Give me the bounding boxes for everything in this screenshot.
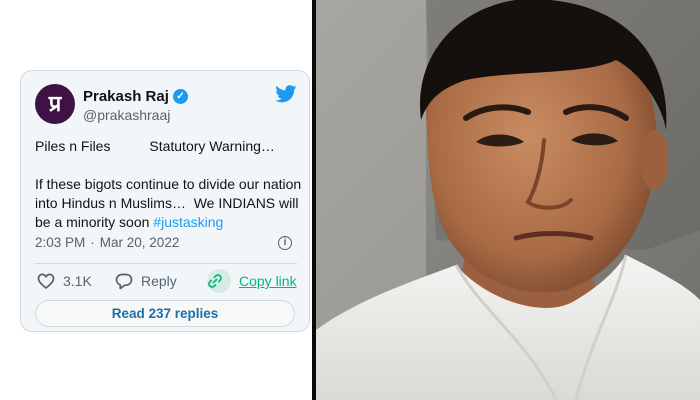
tweet-line: into Hindus n Muslims… We INDIANS will <box>35 195 299 211</box>
twitter-bird-icon[interactable] <box>275 85 297 103</box>
tweet-screenshot-pane: प्र Prakash Raj ✓ @prakashraaj Piles n F… <box>0 0 312 400</box>
info-icon[interactable]: i <box>278 236 292 250</box>
ear <box>640 130 668 190</box>
divider <box>35 263 297 264</box>
tweet-date: Mar 20, 2022 <box>99 235 180 250</box>
tweet-line: If these bigots continue to divide our n… <box>35 176 302 192</box>
portrait-illustration <box>316 0 700 400</box>
tweet-line-last: be a minority soon #justasking <box>35 213 303 232</box>
link-icon <box>208 274 222 288</box>
reply-bubble-icon <box>115 273 133 289</box>
avatar[interactable]: प्र <box>35 84 75 124</box>
date-separator: · <box>90 235 95 250</box>
tweet-text: Piles n Files Statutory Warning… If thes… <box>35 137 303 232</box>
like-count: 3.1K <box>63 273 92 289</box>
timestamp[interactable]: 2:03 PM · Mar 20, 2022 <box>35 235 179 250</box>
action-bar: 3.1K Reply Copy link <box>35 269 297 293</box>
tweet-card: प्र Prakash Raj ✓ @prakashraaj Piles n F… <box>20 70 310 332</box>
portrait-photo <box>316 0 700 400</box>
reply-button[interactable]: Reply <box>115 269 177 293</box>
user-handle[interactable]: @prakashraaj <box>83 107 170 123</box>
copy-link-label: Copy link <box>239 273 297 289</box>
tweet-line-text: be a minority soon <box>35 214 154 230</box>
copy-link-button[interactable]: Copy link <box>207 269 297 293</box>
tweet-line: Piles n Files Statutory Warning… <box>35 138 275 154</box>
verified-icon: ✓ <box>172 89 188 104</box>
reply-label: Reply <box>141 273 177 289</box>
like-button[interactable]: 3.1K <box>37 269 92 293</box>
read-replies-button[interactable]: Read 237 replies <box>35 300 295 327</box>
author-row: Prakash Raj ✓ <box>83 88 188 105</box>
link-icon-circle <box>207 269 231 293</box>
display-name[interactable]: Prakash Raj <box>83 88 169 105</box>
hashtag-link[interactable]: #justasking <box>153 214 223 230</box>
heart-icon <box>37 273 55 289</box>
tweet-time: 2:03 PM <box>35 235 86 250</box>
